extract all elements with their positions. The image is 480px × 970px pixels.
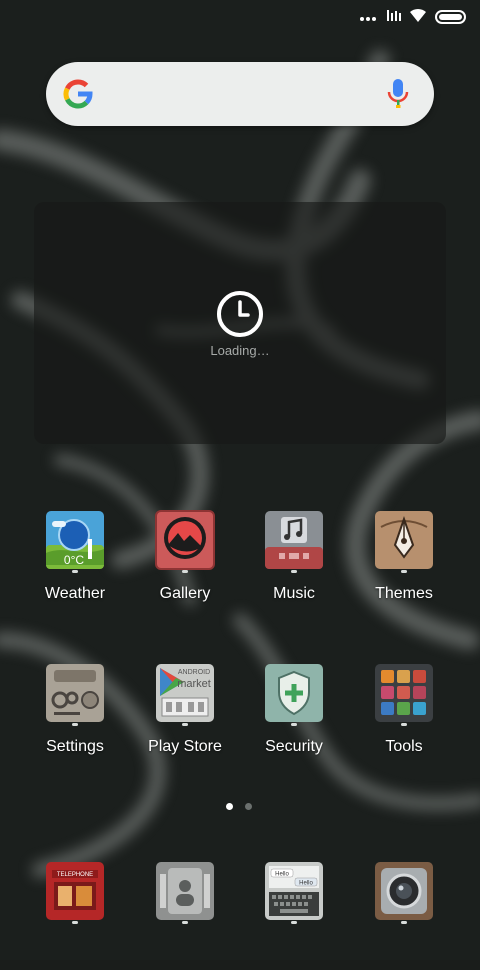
app-label: Weather bbox=[44, 585, 106, 602]
app-security[interactable]: Security bbox=[239, 662, 349, 772]
app-themes[interactable]: Themes bbox=[349, 509, 459, 619]
dock-phone[interactable]: TELEPHONE bbox=[20, 860, 130, 970]
app-shadow-dot bbox=[291, 723, 297, 726]
svg-text:ANDROID: ANDROID bbox=[178, 669, 210, 676]
app-shadow-dot bbox=[401, 570, 407, 573]
app-shadow-dot bbox=[182, 723, 188, 726]
wifi-icon bbox=[410, 8, 426, 22]
app-play-store[interactable]: ANDROID market Play Store bbox=[130, 662, 240, 772]
app-weather[interactable]: 0°C Weather bbox=[20, 509, 130, 619]
app-shadow-dot bbox=[72, 570, 78, 573]
signal-icon bbox=[387, 10, 401, 21]
app-label: Music bbox=[273, 585, 315, 602]
app-label: Settings bbox=[46, 738, 104, 755]
messaging-icon: Hello Hello bbox=[263, 860, 325, 922]
page-dot-active bbox=[226, 803, 233, 810]
svg-text:market: market bbox=[177, 678, 211, 690]
page-dot-inactive[interactable] bbox=[245, 803, 252, 810]
svg-text:TELEPHONE: TELEPHONE bbox=[57, 872, 93, 878]
camera-icon bbox=[373, 860, 435, 922]
contacts-icon bbox=[154, 860, 216, 922]
tools-icon bbox=[373, 662, 435, 724]
gallery-icon bbox=[154, 509, 216, 571]
loading-text: Loading… bbox=[210, 343, 270, 358]
play-store-icon: ANDROID market bbox=[154, 662, 216, 724]
wallpaper bbox=[0, 0, 480, 960]
svg-text:Hello: Hello bbox=[275, 872, 289, 878]
music-icon bbox=[263, 509, 325, 571]
app-shadow-dot bbox=[182, 921, 188, 924]
themes-icon bbox=[373, 509, 435, 571]
app-label: Play Store bbox=[148, 738, 222, 755]
status-bar bbox=[0, 0, 480, 36]
app-settings[interactable]: Settings bbox=[20, 662, 130, 772]
app-shadow-dot bbox=[401, 723, 407, 726]
settings-icon bbox=[44, 662, 106, 724]
weather-icon: 0°C bbox=[44, 509, 106, 571]
app-shadow-dot bbox=[401, 921, 407, 924]
app-shadow-dot bbox=[182, 570, 188, 573]
app-gallery[interactable]: Gallery bbox=[130, 509, 240, 619]
app-shadow-dot bbox=[72, 921, 78, 924]
google-g-icon bbox=[63, 79, 93, 109]
app-shadow-dot bbox=[291, 570, 297, 573]
svg-text:0°C: 0°C bbox=[64, 553, 84, 567]
phone-booth-icon: TELEPHONE bbox=[44, 860, 106, 922]
mic-icon[interactable] bbox=[386, 78, 410, 110]
app-shadow-dot bbox=[291, 921, 297, 924]
svg-text:Hello: Hello bbox=[299, 881, 313, 887]
more-dots-icon bbox=[360, 17, 376, 21]
app-label: Tools bbox=[385, 738, 423, 755]
app-tools[interactable]: Tools bbox=[349, 662, 459, 772]
google-search-bar[interactable] bbox=[46, 62, 434, 126]
app-music[interactable]: Music bbox=[239, 509, 349, 619]
dock-camera[interactable] bbox=[349, 860, 459, 970]
app-label: Themes bbox=[375, 585, 433, 602]
battery-icon bbox=[435, 10, 466, 24]
app-label: Gallery bbox=[159, 585, 211, 602]
app-label: Security bbox=[265, 738, 323, 755]
dock-contacts[interactable] bbox=[130, 860, 240, 970]
dock-messaging[interactable]: Hello Hello bbox=[239, 860, 349, 970]
clock-widget[interactable]: Loading… bbox=[34, 202, 446, 444]
app-shadow-dot bbox=[72, 723, 78, 726]
security-icon bbox=[263, 662, 325, 724]
clock-icon bbox=[217, 291, 263, 337]
